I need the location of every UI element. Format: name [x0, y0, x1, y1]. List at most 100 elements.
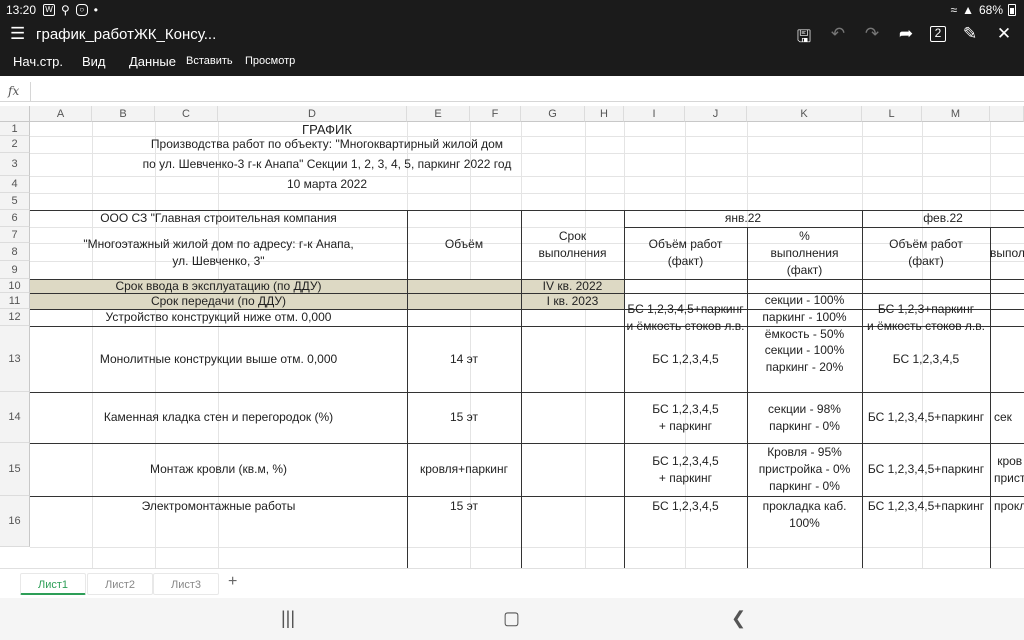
header-jan-pct: % выполнения (факт) — [770, 228, 839, 277]
band-term: I кв. 2023 — [546, 293, 599, 308]
column-header-J[interactable]: J — [685, 106, 747, 122]
header-feb-pct: выпол — [990, 245, 1024, 260]
tab-review[interactable]: Просмотр — [245, 55, 295, 67]
add-sheet-icon[interactable]: + — [228, 573, 237, 591]
fx-label: fx — [8, 84, 20, 98]
tab-data[interactable]: Данные — [129, 54, 176, 69]
work-feb-pct — [990, 326, 1024, 392]
recent-apps-icon[interactable]: ||| — [281, 608, 295, 629]
column-header-M[interactable]: M — [922, 106, 990, 122]
work-volume: 15 эт — [449, 410, 479, 424]
column-header-K[interactable]: K — [747, 106, 862, 122]
system-nav-bar: ||| ▢ ❮ — [0, 598, 1024, 640]
work-jan-pct: секции - 100% паркинг - 20% — [764, 343, 845, 374]
sheet-tabs: Лист1 Лист2 Лист3 + — [0, 568, 1024, 598]
work-feb-fact: БС 1,2,3+паркинг и ёмкость стоков л.в. — [867, 301, 985, 333]
sheet-tab-3[interactable]: Лист3 — [153, 573, 219, 595]
column-header-E[interactable]: E — [407, 106, 470, 122]
work-feb-fact: БС 1,2,3,4,5+паркинг — [867, 499, 985, 513]
app-notification-icon: W — [43, 4, 55, 16]
formula-bar[interactable]: fx — [0, 82, 1024, 102]
work-volume: кровля+паркинг — [419, 462, 508, 476]
spreadsheet-grid[interactable]: A B C D E F G H I J K L M 1 2 3 4 5 6 7 8 9 10 11 12 13 14 15 16 ГРАФ… — [0, 106, 1024, 568]
sheet-subtitle-1: Производства работ по объекту: "Многоква… — [150, 137, 504, 151]
work-name: Устройство конструкций ниже отм. 0,000 — [105, 310, 332, 324]
column-header-I[interactable]: I — [624, 106, 685, 122]
row-header-16[interactable]: 16 — [0, 496, 30, 547]
formula-separator — [30, 82, 31, 102]
work-jan-pct: прокладка каб. 100% — [762, 499, 847, 530]
header-month-feb: фев.22 — [923, 211, 963, 225]
work-jan-fact: БС 1,2,3,4,5 + паркинг — [652, 453, 719, 485]
header-object: "Многоэтажный жилой дом по адресу: г-к А… — [83, 237, 354, 268]
row-header-4[interactable]: 4 — [0, 176, 30, 193]
clock: 13:20 — [6, 3, 37, 17]
header-company: ООО СЗ "Главная строительная компания — [100, 211, 337, 225]
sheet-date: 10 марта 2022 — [286, 177, 368, 191]
sheet-tab-1[interactable]: Лист1 — [20, 573, 86, 595]
header-volume: Объём — [444, 237, 484, 251]
row-header-9[interactable]: 9 — [0, 261, 30, 279]
title-bar: ☰ график_работЖК_Консу... 🖫 ↶ ↷ ➦ 2 ✎ ✕ — [0, 20, 1024, 48]
work-feb-pct: сек — [994, 410, 1012, 424]
row-header-10[interactable]: 10 — [0, 279, 30, 293]
column-header-A[interactable]: A — [30, 106, 92, 122]
select-all-corner[interactable] — [0, 106, 30, 122]
work-feb-pct: кров прист — [994, 453, 1024, 485]
row-header-8[interactable]: 8 — [0, 243, 30, 261]
window-count-icon[interactable]: 2 — [930, 26, 946, 42]
column-header-F[interactable]: F — [470, 106, 521, 122]
sheet-tab-2[interactable]: Лист2 — [87, 573, 153, 595]
tab-home[interactable]: Нач.стр. — [13, 54, 63, 69]
work-jan-pct: секции - 98% паркинг - 0% — [768, 401, 841, 433]
row-header-7[interactable]: 7 — [0, 227, 30, 243]
column-header-G[interactable]: G — [521, 106, 585, 122]
row-header-15[interactable]: 15 — [0, 443, 30, 496]
header-month-jan: янв.22 — [724, 211, 762, 225]
instagram-icon: ○ — [75, 4, 88, 16]
work-name: Электромонтажные работы — [141, 499, 296, 513]
row-header-3[interactable]: 3 — [0, 153, 30, 176]
header-term: Срок выполнения — [538, 228, 607, 260]
row-header-1[interactable]: 1 — [0, 122, 30, 136]
search-icon: ⚲ — [61, 3, 70, 17]
row-header-6[interactable]: 6 — [0, 210, 30, 227]
wifi-icon: ≈ — [950, 3, 958, 17]
tab-view[interactable]: Вид — [82, 54, 106, 69]
band-term: IV кв. 2022 — [542, 278, 603, 293]
column-header-C[interactable]: C — [155, 106, 218, 122]
gridline-h — [30, 193, 1024, 194]
work-jan-fact: БС 1,2,3,4,5 — [652, 351, 719, 366]
work-feb-fact: БС 1,2,3,4,5+паркинг — [867, 410, 985, 424]
band-label: Срок передачи (по ДДУ) — [150, 293, 287, 308]
band-label: Срок ввода в эксплуатацию (по ДДУ) — [115, 278, 322, 293]
work-feb-pct — [990, 309, 1024, 326]
work-volume: 14 эт — [449, 351, 479, 366]
work-name: Каменная кладка стен и перегородок (%) — [103, 410, 334, 424]
row-header-2[interactable]: 2 — [0, 136, 30, 153]
work-volume: 15 эт — [449, 499, 479, 513]
column-header-H[interactable]: H — [585, 106, 624, 122]
sheet-title: ГРАФИК — [302, 121, 352, 137]
work-feb-pct: прокл — [994, 499, 1024, 513]
column-header-B[interactable]: B — [92, 106, 155, 122]
gridline-h — [30, 547, 1024, 548]
row-header-12[interactable]: 12 — [0, 309, 30, 326]
row-header-14[interactable]: 14 — [0, 392, 30, 443]
row-header-13[interactable]: 13 — [0, 326, 30, 392]
work-feb-fact: БС 1,2,3,4,5 — [892, 351, 960, 366]
work-jan-fact: БС 1,2,3,4,5 — [652, 499, 719, 513]
document-title: график_работЖК_Консу... — [36, 26, 217, 43]
column-header-next[interactable] — [990, 106, 1024, 122]
column-header-L[interactable]: L — [862, 106, 922, 122]
status-bar: 13:20 W ⚲ ○ • ≈ ▲ 68% — [0, 0, 1024, 20]
work-name: Монтаж кровли (кв.м, %) — [149, 462, 288, 476]
signal-icon: ▲ — [962, 3, 974, 17]
row-header-5[interactable]: 5 — [0, 193, 30, 210]
home-icon[interactable]: ▢ — [503, 608, 520, 629]
row-header-11[interactable]: 11 — [0, 293, 30, 309]
back-icon[interactable]: ❮ — [731, 608, 746, 629]
tab-insert[interactable]: Вставить — [186, 55, 233, 67]
work-volume — [407, 309, 521, 326]
menu-icon[interactable]: ☰ — [10, 24, 25, 44]
